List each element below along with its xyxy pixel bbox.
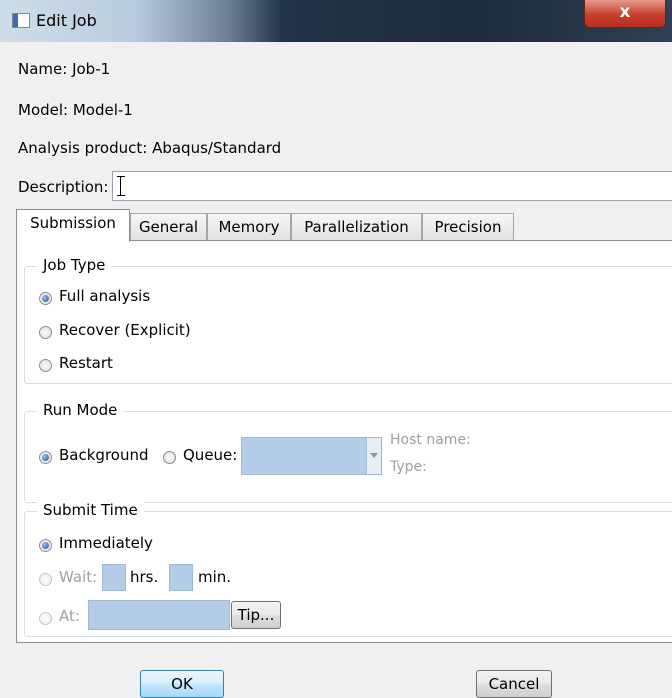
job-name-text: Name: Job-1 bbox=[18, 60, 111, 78]
background-label[interactable]: Background bbox=[59, 446, 149, 464]
restart-label[interactable]: Restart bbox=[59, 354, 113, 372]
cancel-button[interactable]: Cancel bbox=[476, 670, 552, 698]
model-name-text: Model: Model-1 bbox=[18, 101, 133, 119]
at-time-field[interactable] bbox=[88, 600, 230, 630]
submit-time-group: Submit Time Immediately Wait: hrs. min. … bbox=[24, 501, 672, 637]
submission-panel: Job Type Full analysis Recover (Explicit… bbox=[16, 240, 672, 643]
min-label: min. bbox=[198, 568, 232, 586]
hrs-label: hrs. bbox=[130, 568, 159, 586]
description-label: Description: bbox=[18, 178, 109, 196]
description-input[interactable] bbox=[112, 171, 672, 201]
text-cursor-icon bbox=[117, 176, 129, 196]
tab-submission[interactable]: Submission bbox=[16, 209, 130, 242]
tab-precision[interactable]: Precision bbox=[422, 213, 514, 240]
full-analysis-label[interactable]: Full analysis bbox=[59, 287, 150, 305]
tab-general[interactable]: General bbox=[130, 213, 207, 240]
job-type-title: Job Type bbox=[37, 256, 112, 274]
at-label: At: bbox=[59, 607, 80, 625]
restart-radio[interactable] bbox=[39, 359, 52, 372]
close-button[interactable]: x bbox=[584, 0, 666, 28]
title-bar: Edit Job x bbox=[0, 0, 672, 42]
wait-radio[interactable] bbox=[39, 573, 52, 586]
queue-combo[interactable] bbox=[241, 437, 382, 475]
wait-label: Wait: bbox=[59, 568, 98, 586]
recover-explicit-radio[interactable] bbox=[39, 326, 52, 339]
background-radio[interactable] bbox=[39, 451, 52, 464]
window-app-icon bbox=[12, 13, 30, 28]
recover-explicit-label[interactable]: Recover (Explicit) bbox=[59, 321, 191, 339]
tip-button[interactable]: Tip... bbox=[231, 601, 281, 629]
ok-button[interactable]: OK bbox=[140, 670, 224, 698]
full-analysis-radio[interactable] bbox=[39, 292, 52, 305]
analysis-product-text: Analysis product: Abaqus/Standard bbox=[18, 139, 282, 157]
host-name-label: Host name: bbox=[390, 432, 471, 448]
queue-radio[interactable] bbox=[163, 451, 176, 464]
job-type-group: Job Type Full analysis Recover (Explicit… bbox=[24, 256, 672, 384]
type-label: Type: bbox=[390, 459, 427, 475]
run-mode-title: Run Mode bbox=[37, 401, 124, 419]
window-title: Edit Job bbox=[36, 11, 97, 30]
immediately-radio[interactable] bbox=[39, 539, 52, 552]
tab-parallelization[interactable]: Parallelization bbox=[291, 213, 422, 240]
chevron-down-icon[interactable] bbox=[366, 438, 381, 474]
queue-label[interactable]: Queue: bbox=[183, 446, 237, 464]
immediately-label[interactable]: Immediately bbox=[59, 534, 153, 552]
run-mode-group: Run Mode Background Queue: Host name: Ty… bbox=[24, 401, 672, 503]
wait-hours-field[interactable] bbox=[102, 564, 126, 591]
wait-minutes-field[interactable] bbox=[169, 564, 193, 591]
tab-memory[interactable]: Memory bbox=[207, 213, 291, 240]
at-radio[interactable] bbox=[39, 612, 52, 625]
submit-time-title: Submit Time bbox=[37, 501, 144, 519]
